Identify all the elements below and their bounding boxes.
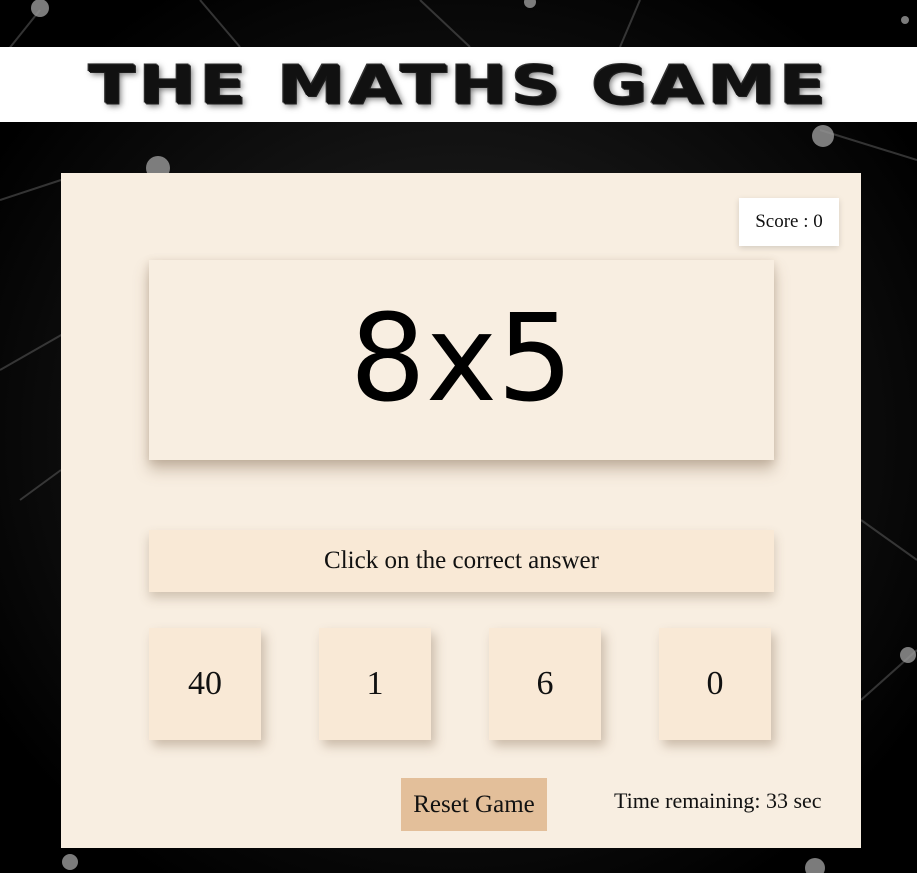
time-remaining: Time remaining: 33 sec [614,788,822,813]
answer-choice-1[interactable]: 40 [149,628,261,740]
answer-choice-4[interactable]: 0 [659,628,771,740]
question-display: 8x5 [149,260,774,460]
title-banner: THE MATHS GAME [0,47,917,122]
game-title: THE MATHS GAME [88,53,829,116]
score-display: Score : 0 [739,198,839,246]
answer-choice-3[interactable]: 6 [489,628,601,740]
reset-game-button[interactable]: Reset Game [401,778,547,831]
answer-choice-2[interactable]: 1 [319,628,431,740]
instruction-text: Click on the correct answer [149,530,774,592]
game-panel: Score : 0 8x5 Click on the correct answe… [61,173,861,848]
